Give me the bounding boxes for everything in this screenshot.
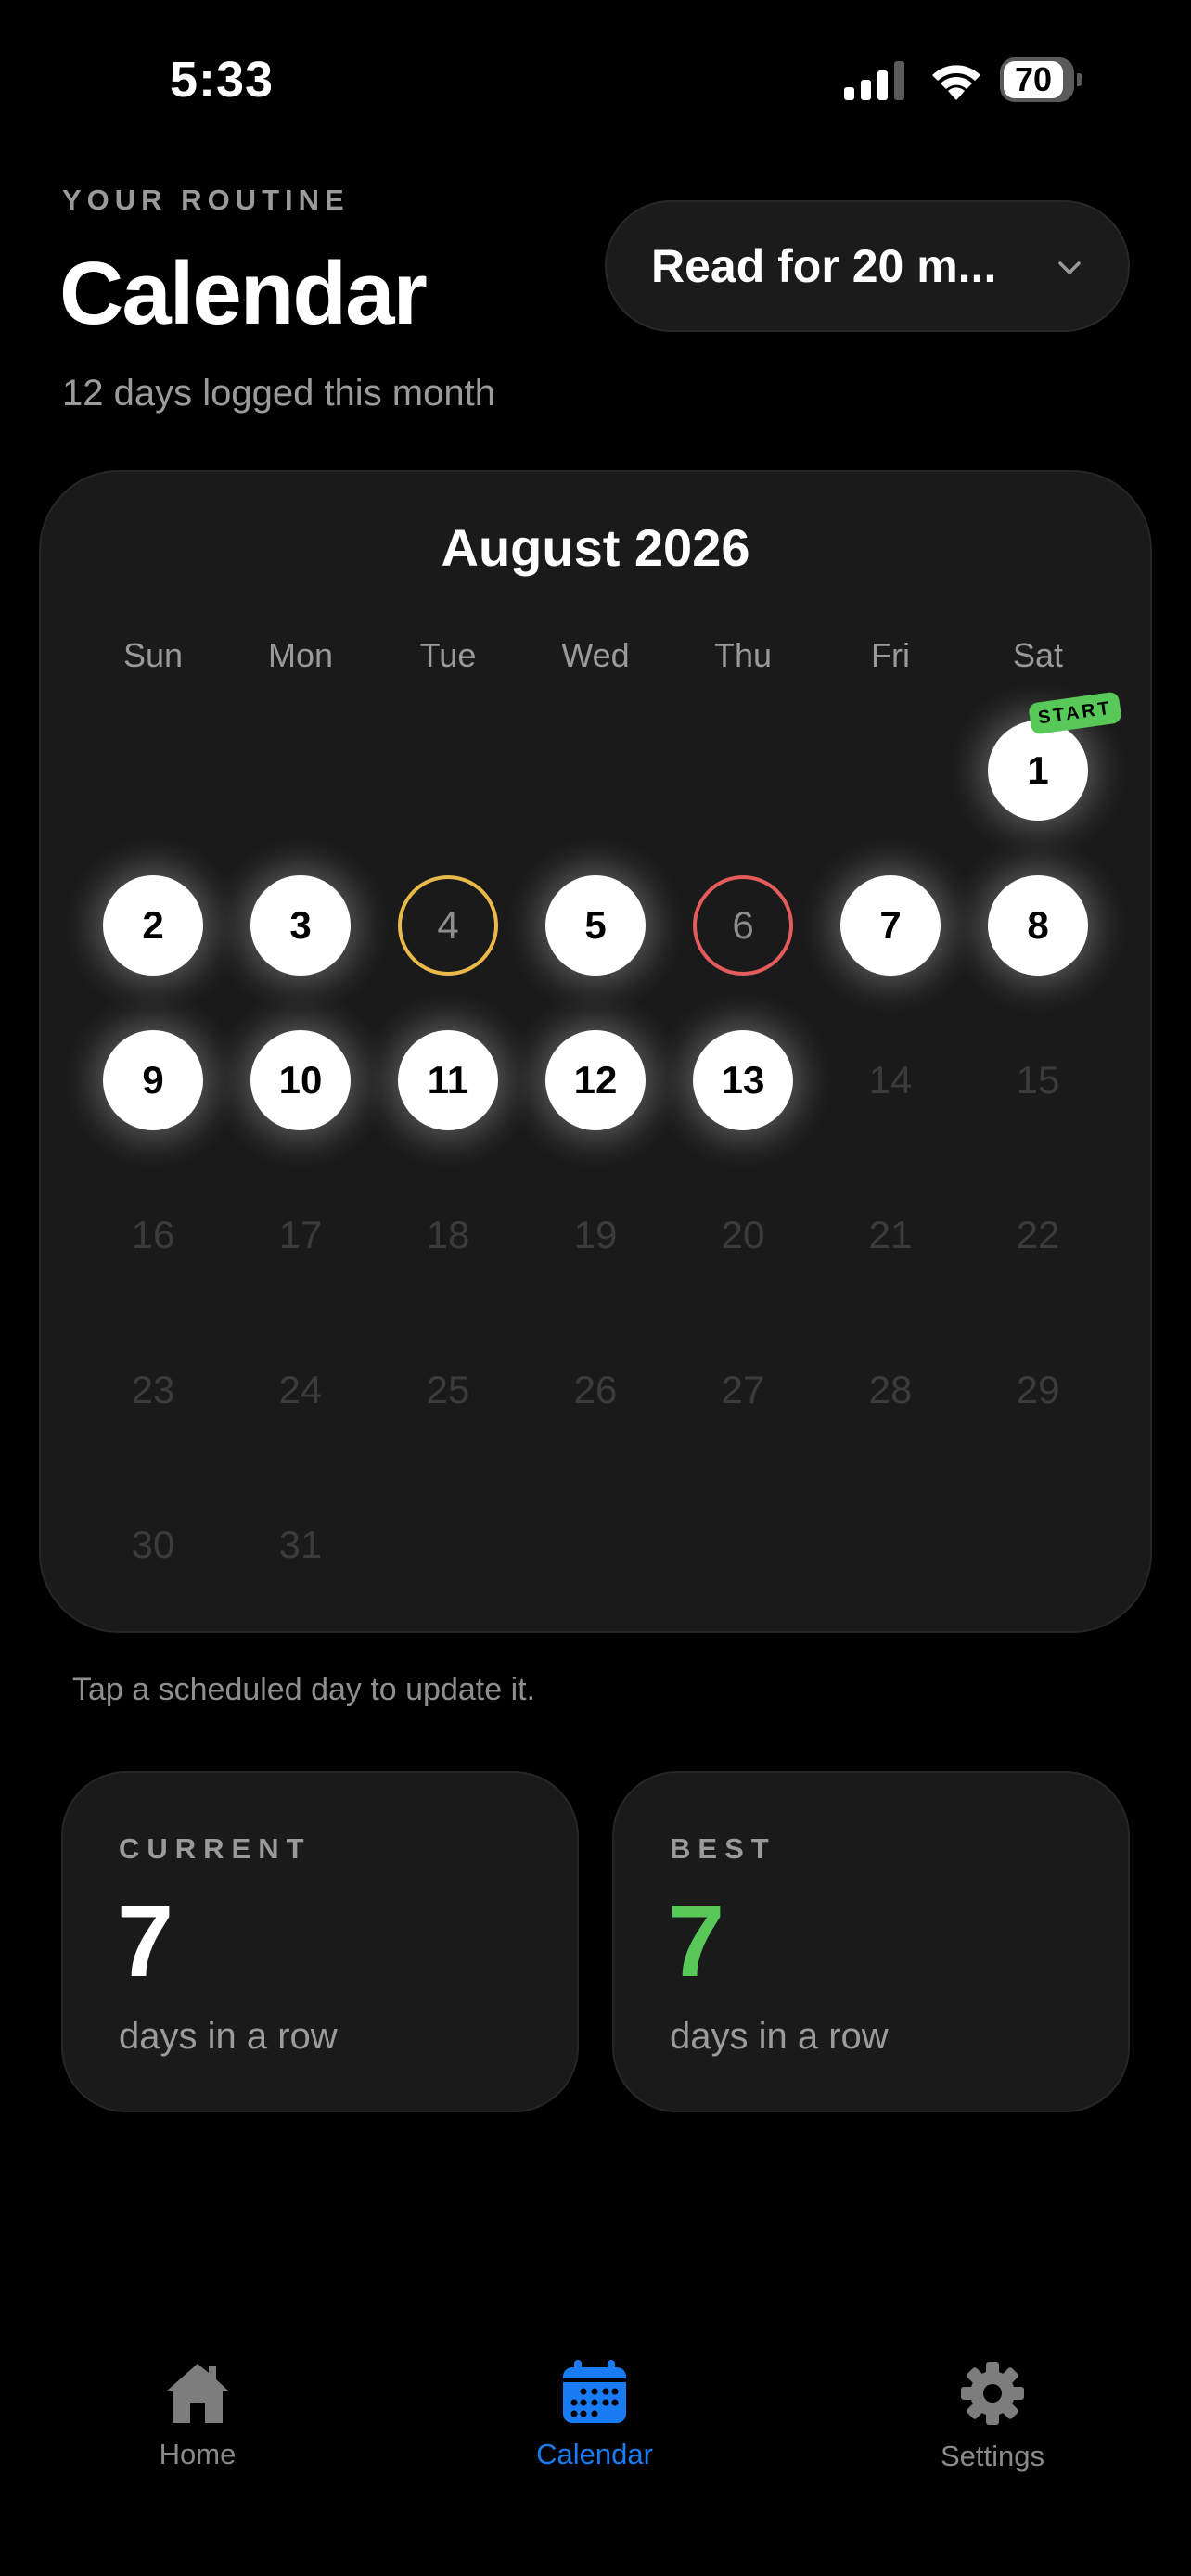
calendar-day-8[interactable]: 8 [988, 875, 1088, 976]
calendar-day-3[interactable]: 3 [250, 875, 351, 976]
calendar-day-4[interactable]: 4 [398, 875, 498, 976]
weekday-tue: Tue [419, 636, 477, 674]
calendar-day-1[interactable]: 1 [988, 721, 1088, 821]
calendar-day-22: 22 [1016, 1213, 1060, 1256]
calendar-day-18: 18 [426, 1213, 470, 1256]
calendar-day-30: 30 [131, 1523, 175, 1566]
habit-selector-button[interactable]: Read for 20 m... [605, 200, 1130, 332]
best-streak-label: BEST [670, 1832, 776, 1865]
calendar-day-6[interactable]: 6 [693, 875, 793, 976]
calendar-day-29: 29 [1016, 1368, 1060, 1411]
tab-settings[interactable]: Settings [853, 2360, 1132, 2473]
calendar-day-28: 28 [868, 1368, 913, 1411]
weekday-sun: Sun [122, 636, 184, 674]
calendar-day-25: 25 [426, 1368, 470, 1411]
calendar-day-11[interactable]: 11 [398, 1030, 498, 1130]
page-title: Calendar [59, 244, 428, 343]
weekday-sat: Sat [1012, 636, 1064, 674]
month-title: August 2026 [441, 518, 750, 577]
calendar-day-24: 24 [278, 1368, 323, 1411]
tab-calendar-label: Calendar [536, 2438, 653, 2470]
calendar-day-13[interactable]: 13 [693, 1030, 793, 1130]
calendar-day-2[interactable]: 2 [103, 875, 203, 976]
logged-summary: 12 days logged this month [62, 373, 495, 414]
tab-settings-label: Settings [940, 2440, 1044, 2472]
current-streak-value: 7 [117, 1884, 174, 1998]
current-streak-card: CURRENT 7 days in a row [61, 1771, 579, 2112]
best-streak-card: BEST 7 days in a row [612, 1771, 1130, 2112]
gear-icon [961, 2362, 1024, 2425]
calendar-day-31: 31 [278, 1523, 323, 1566]
current-streak-unit: days in a row [119, 2016, 338, 2057]
calendar-day-21: 21 [868, 1213, 913, 1256]
calendar-day-27: 27 [721, 1368, 765, 1411]
best-streak-unit: days in a row [670, 2016, 889, 2057]
hint-text: Tap a scheduled day to update it. [72, 1672, 536, 1707]
cellular-signal-icon [844, 61, 904, 100]
wifi-icon [932, 65, 980, 100]
status-time: 5:33 [170, 52, 275, 108]
tab-home[interactable]: Home [58, 2360, 337, 2471]
calendar-day-5[interactable]: 5 [545, 875, 646, 976]
calendar-day-26: 26 [573, 1368, 618, 1411]
calendar-icon [563, 2360, 626, 2423]
calendar-day-10[interactable]: 10 [250, 1030, 351, 1130]
calendar-day-12[interactable]: 12 [545, 1030, 646, 1130]
best-streak-value: 7 [668, 1884, 725, 1998]
battery-percentage: 70 [1004, 61, 1063, 98]
battery-icon: 70 [1000, 57, 1085, 102]
calendar-day-16: 16 [131, 1213, 175, 1256]
weekday-thu: Thu [713, 636, 773, 674]
calendar-day-19: 19 [573, 1213, 618, 1256]
current-streak-label: CURRENT [119, 1832, 312, 1865]
section-eyebrow: YOUR ROUTINE [62, 184, 350, 216]
weekday-fri: Fri [871, 636, 910, 674]
weekday-wed: Wed [561, 636, 630, 674]
calendar-day-23: 23 [131, 1368, 175, 1411]
calendar-day-7[interactable]: 7 [840, 875, 941, 976]
tab-calendar[interactable]: Calendar [455, 2360, 734, 2471]
calendar-day-15: 15 [1016, 1058, 1060, 1102]
calendar-day-20: 20 [721, 1213, 765, 1256]
calendar-day-17: 17 [278, 1213, 323, 1256]
chevron-down-icon [1058, 261, 1081, 274]
habit-selector-label: Read for 20 m... [651, 240, 997, 292]
tab-home-label: Home [159, 2438, 237, 2470]
weekday-mon: Mon [267, 636, 334, 674]
calendar-day-14: 14 [868, 1058, 913, 1102]
house-icon [166, 2364, 229, 2423]
calendar-day-9[interactable]: 9 [103, 1030, 203, 1130]
